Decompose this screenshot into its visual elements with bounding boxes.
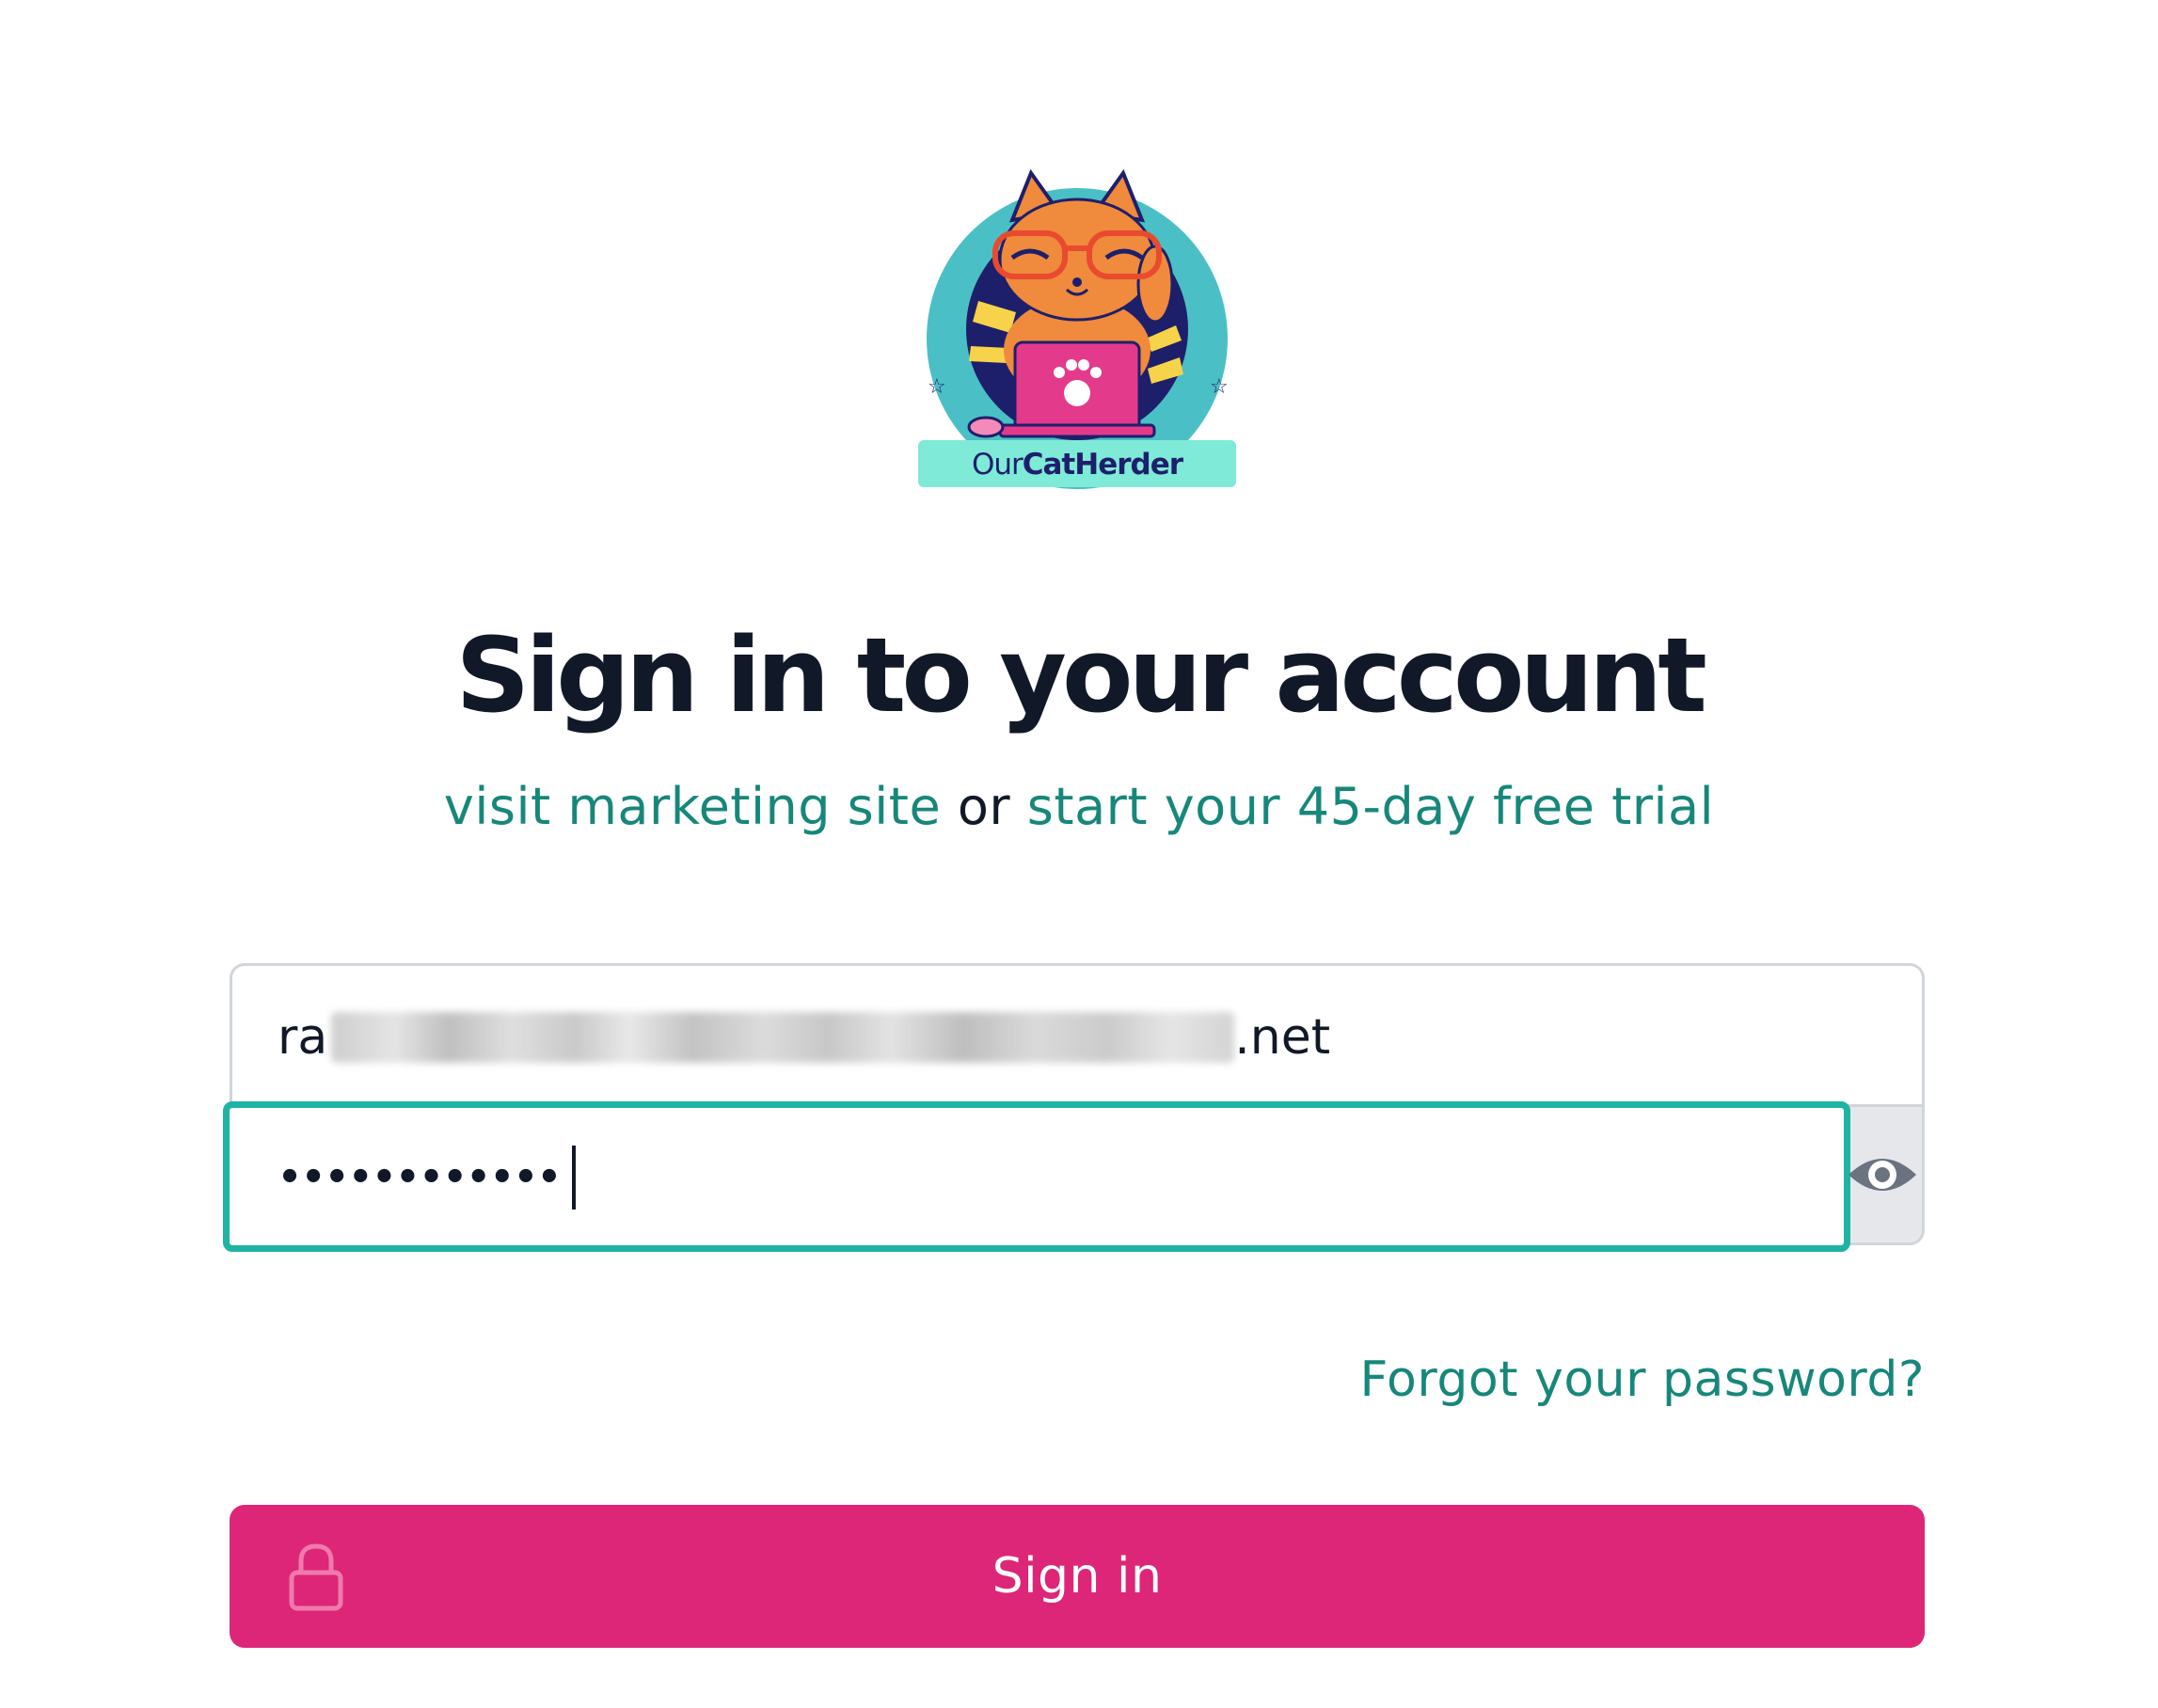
text-caret <box>572 1146 576 1210</box>
redacted-email-blur <box>331 1012 1235 1063</box>
logo-text-cat: Cat <box>1023 448 1076 482</box>
sign-in-label: Sign in <box>992 1548 1163 1605</box>
email-suffix: .net <box>1234 1009 1331 1066</box>
subtitle: visit marketing site or start your 45-da… <box>0 769 2158 845</box>
toggle-password-visibility-button[interactable] <box>1843 1107 1922 1242</box>
email-prefix: ra <box>278 1009 328 1066</box>
password-row: •••••••••••• <box>223 1101 1925 1252</box>
page-title: Sign in to your account <box>455 615 1707 735</box>
logo-text-herder: Herder <box>1074 448 1183 482</box>
email-value: ra .net <box>278 1007 1330 1068</box>
logo-text-our: Our <box>972 448 1023 482</box>
eye-icon <box>1849 1159 1916 1191</box>
password-field[interactable]: •••••••••••• <box>223 1101 1850 1252</box>
subtitle-connector: or <box>957 777 1011 836</box>
sign-in-button[interactable]: Sign in <box>230 1505 1925 1648</box>
email-field[interactable]: ra .net <box>230 963 1925 1106</box>
svg-text:☆: ☆ <box>928 375 946 399</box>
svg-text:OurCatHerder: OurCatHerder <box>972 448 1184 482</box>
forgot-password-link[interactable]: Forgot your password? <box>1359 1347 1925 1413</box>
password-masked-value: •••••••••••• <box>278 1156 562 1199</box>
marketing-site-link[interactable]: visit marketing site <box>444 777 941 836</box>
svg-text:☆: ☆ <box>1210 375 1229 399</box>
free-trial-link[interactable]: start your 45-day free trial <box>1027 777 1714 836</box>
our-cat-herder-logo: ☆ ☆ OurCatHerder <box>901 162 1253 491</box>
